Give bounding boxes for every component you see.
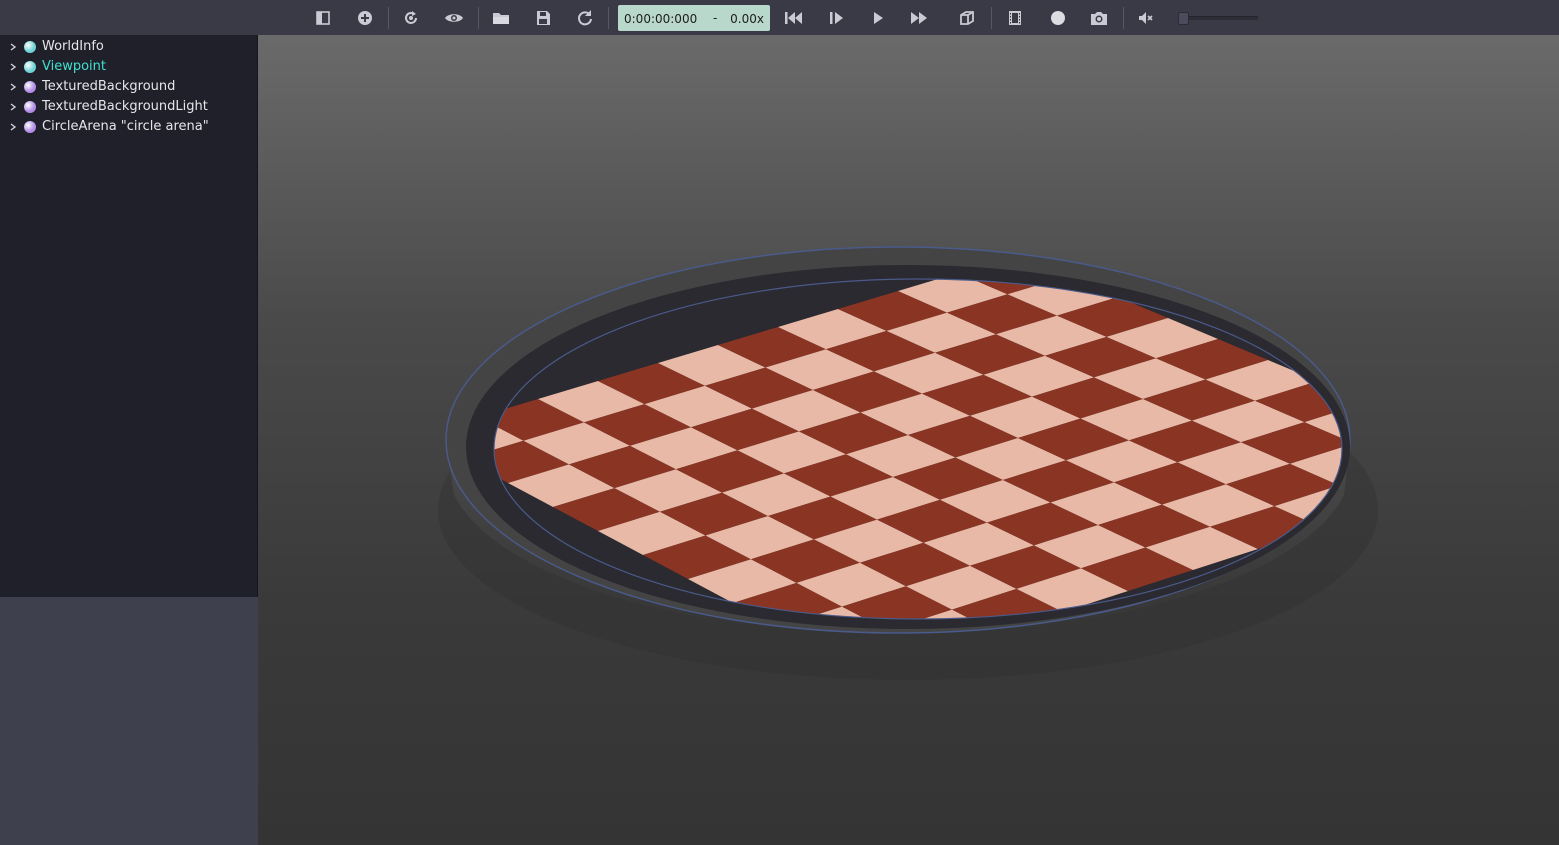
expand-arrow-icon[interactable]: [8, 42, 18, 52]
toolbar-separator: [388, 7, 389, 29]
expand-arrow-icon[interactable]: [8, 122, 18, 132]
fast-forward-icon: [911, 12, 927, 24]
simulation-speed: 0.00x: [730, 12, 764, 26]
toolbar-separator: [991, 7, 992, 29]
scene-tree-item-label: WorldInfo: [42, 39, 104, 54]
folder-icon: [493, 13, 509, 24]
expand-arrow-icon[interactable]: [8, 102, 18, 112]
expand-arrow-icon[interactable]: [8, 62, 18, 72]
scene-tree-item-label: TexturedBackground: [42, 79, 176, 94]
node-type-dot-icon: [24, 41, 36, 53]
expand-arrow-icon[interactable]: [8, 82, 18, 92]
scene-tree-item[interactable]: TexturedBackground: [0, 77, 257, 97]
mute-button[interactable]: [1134, 6, 1158, 30]
save-world-button[interactable]: [531, 6, 555, 30]
volume-slider-track[interactable]: [1180, 16, 1258, 20]
fast-forward-button[interactable]: [907, 6, 931, 30]
save-icon: [537, 11, 550, 25]
toggle-scene-tree-button[interactable]: [311, 6, 335, 30]
scene-tree-item[interactable]: Viewpoint: [0, 57, 257, 77]
toolbar-separator: [608, 7, 609, 29]
panel-toggle-icon: [316, 11, 330, 25]
node-type-dot-icon: [24, 81, 36, 93]
add-node-button[interactable]: [353, 6, 377, 30]
cube-icon: [960, 11, 974, 25]
3d-scene[interactable]: [258, 35, 1559, 845]
eye-icon: [445, 14, 463, 22]
scene-tree-item[interactable]: WorldInfo: [0, 37, 257, 57]
reset-time-button[interactable]: [781, 6, 805, 30]
screenshot-button[interactable]: [1087, 6, 1111, 30]
volume-slider-handle[interactable]: [1178, 12, 1189, 25]
node-type-dot-icon: [24, 101, 36, 113]
open-world-button[interactable]: [489, 6, 513, 30]
simulation-time: 0:00:00:000: [624, 12, 698, 26]
record-circle-icon: [1051, 11, 1065, 25]
floor-tile: [1354, 423, 1468, 465]
scene-tree-item-label: CircleArena "circle arena": [42, 119, 209, 134]
scene-tree-item[interactable]: CircleArena "circle arena": [0, 117, 257, 137]
simulation-time-display: 0:00:00:000 - 0.00x: [618, 5, 770, 31]
main-toolbar: 0:00:00:000 - 0.00x: [0, 0, 1559, 35]
plus-circle-icon: [358, 11, 372, 25]
skip-back-icon: [785, 12, 802, 24]
rendering-toggle-button[interactable]: [955, 6, 979, 30]
toolbar-separator: [1123, 7, 1124, 29]
reload-world-button[interactable]: [573, 6, 597, 30]
scene-tree-item-label: TexturedBackgroundLight: [42, 99, 208, 114]
record-movie-button[interactable]: [1003, 6, 1027, 30]
scene-tree-item-label: Viewpoint: [42, 59, 107, 74]
play-icon: [874, 12, 883, 24]
scene-tree-item[interactable]: TexturedBackgroundLight: [0, 97, 257, 117]
play-button[interactable]: [866, 6, 890, 30]
record-animation-button[interactable]: [1046, 6, 1070, 30]
reset-simulation-button[interactable]: [399, 6, 423, 30]
camera-icon: [1091, 12, 1107, 25]
step-icon: [830, 12, 843, 24]
toolbar-separator: [478, 7, 479, 29]
speaker-muted-icon: [1139, 12, 1153, 24]
node-type-dot-icon: [24, 61, 36, 73]
reset-icon: [405, 11, 417, 24]
node-type-dot-icon: [24, 121, 36, 133]
time-separator: -: [713, 11, 718, 25]
film-icon: [1009, 11, 1021, 25]
scene-tree-panel: WorldInfo Viewpoint TexturedBackground Text…: [0, 35, 258, 597]
field-editor-panel: [0, 597, 258, 845]
reload-icon: [578, 10, 592, 26]
3d-viewport[interactable]: [258, 35, 1559, 845]
step-button[interactable]: [824, 6, 848, 30]
view-options-button[interactable]: [442, 6, 466, 30]
floor-tile: [1404, 444, 1519, 486]
